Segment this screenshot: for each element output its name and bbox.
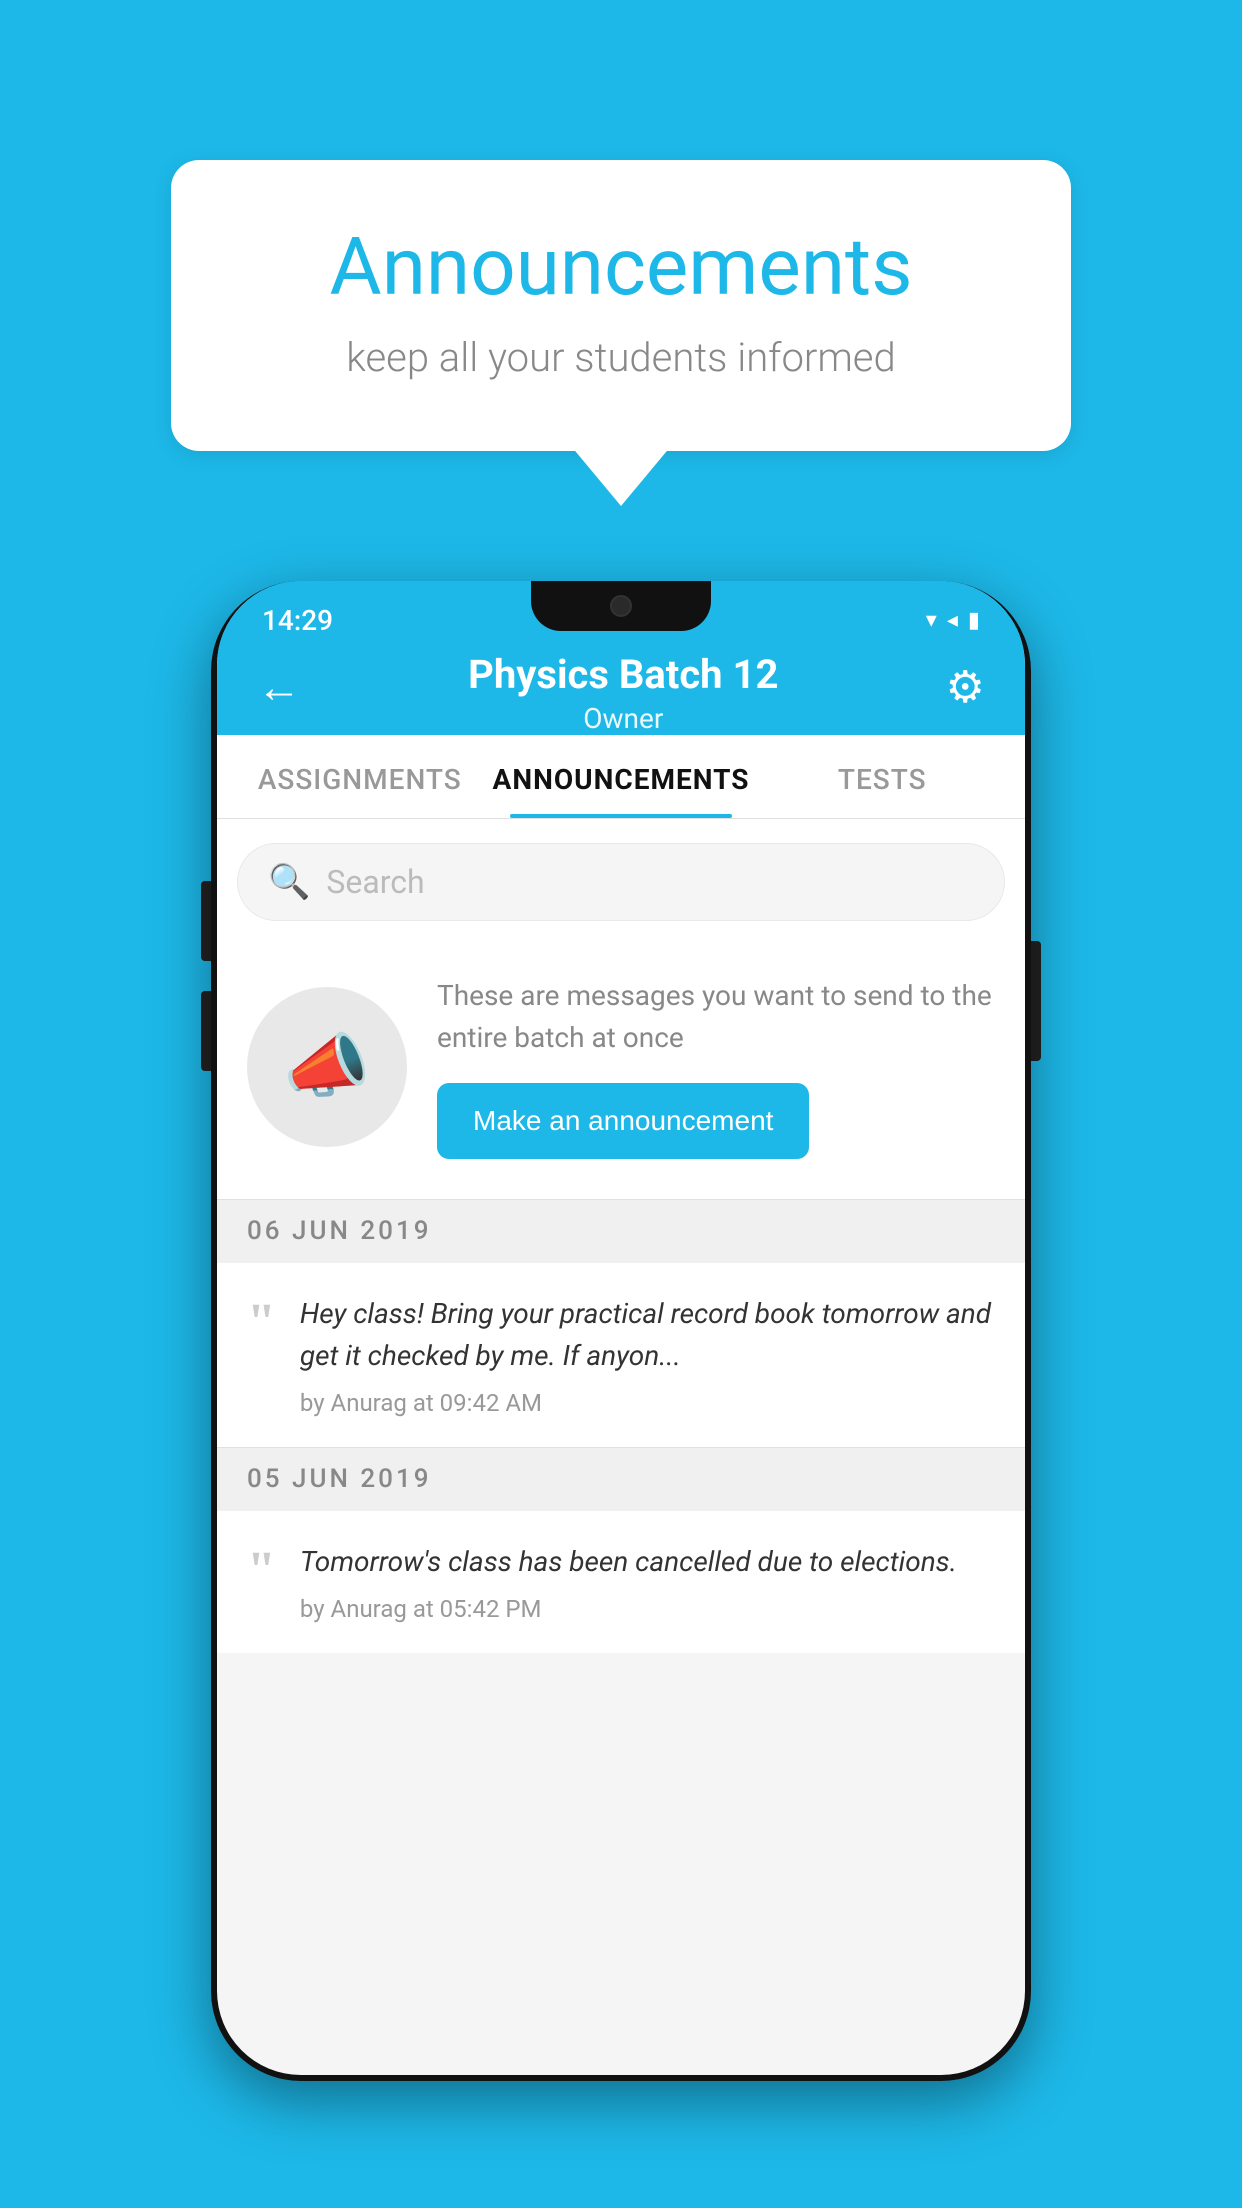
phone-mockup: 14:29 ▾ ◂ ▮ ← Physics Batch 12 Owner ⚙ (211, 581, 1031, 2081)
wifi-icon: ▾ (926, 608, 937, 633)
announcement-intro-card: 📣 These are messages you want to send to… (217, 945, 1025, 1199)
message-content-2: Tomorrow's class has been cancelled due … (300, 1541, 995, 1623)
tab-content: 🔍 Search 📣 These are messages you want t… (217, 819, 1025, 1653)
date-divider-jun6: 06 JUN 2019 (217, 1199, 1025, 1262)
message-text-2: Tomorrow's class has been cancelled due … (300, 1541, 995, 1583)
message-content-1: Hey class! Bring your practical record b… (300, 1293, 995, 1417)
search-placeholder: Search (326, 863, 424, 901)
phone-screen: 14:29 ▾ ◂ ▮ ← Physics Batch 12 Owner ⚙ (217, 581, 1025, 2075)
bubble-title: Announcements (251, 220, 991, 314)
settings-icon[interactable]: ⚙ (946, 661, 985, 713)
date-divider-jun5: 05 JUN 2019 (217, 1447, 1025, 1510)
tab-bar: ASSIGNMENTS ANNOUNCEMENTS TESTS (217, 735, 1025, 819)
vol-down-button (201, 991, 211, 1071)
announcement-description: These are messages you want to send to t… (437, 975, 995, 1059)
status-time: 14:29 (262, 596, 333, 637)
header-title-block: Physics Batch 12 Owner (301, 651, 946, 735)
vol-up-button (201, 881, 211, 961)
notch (531, 581, 711, 631)
search-icon: 🔍 (268, 862, 310, 902)
search-bar[interactable]: 🔍 Search (237, 843, 1005, 921)
megaphone-circle: 📣 (247, 987, 407, 1147)
signal-icon: ◂ (947, 608, 958, 633)
tab-assignments[interactable]: ASSIGNMENTS (237, 735, 483, 818)
message-meta-1: by Anurag at 09:42 AM (300, 1389, 995, 1417)
announcement-right: These are messages you want to send to t… (437, 975, 995, 1159)
battery-icon: ▮ (968, 608, 980, 633)
back-button[interactable]: ← (257, 661, 301, 713)
status-icons: ▾ ◂ ▮ (926, 600, 980, 633)
front-camera (610, 595, 632, 617)
power-button (1031, 941, 1041, 1061)
tab-tests[interactable]: TESTS (759, 735, 1005, 818)
batch-title: Physics Batch 12 (301, 651, 946, 698)
tab-announcements[interactable]: ANNOUNCEMENTS (483, 735, 760, 818)
bubble-subtitle: keep all your students informed (251, 334, 991, 381)
quote-icon-2: " (247, 1545, 276, 1597)
megaphone-icon: 📣 (283, 1026, 370, 1108)
speech-bubble: Announcements keep all your students inf… (171, 160, 1071, 451)
phone-outer: 14:29 ▾ ◂ ▮ ← Physics Batch 12 Owner ⚙ (211, 581, 1031, 2081)
message-item-2[interactable]: " Tomorrow's class has been cancelled du… (217, 1510, 1025, 1653)
message-meta-2: by Anurag at 05:42 PM (300, 1595, 995, 1623)
make-announcement-button[interactable]: Make an announcement (437, 1083, 809, 1159)
message-item-1[interactable]: " Hey class! Bring your practical record… (217, 1262, 1025, 1447)
message-text-1: Hey class! Bring your practical record b… (300, 1293, 995, 1377)
quote-icon-1: " (247, 1297, 276, 1349)
owner-label: Owner (301, 702, 946, 735)
